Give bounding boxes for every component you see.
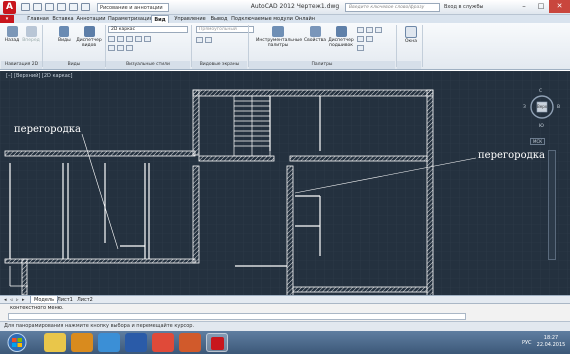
minimize-button[interactable]: – bbox=[515, 0, 533, 13]
panel-title-visual-styles: Визуальные стили bbox=[106, 61, 190, 69]
tab-insert[interactable]: Вставка bbox=[51, 15, 75, 23]
panel-title-window bbox=[397, 61, 421, 69]
annotation-text: перегородка bbox=[478, 150, 545, 161]
tool-palettes-button[interactable]: Инструментальные палитры bbox=[256, 26, 302, 48]
palette-icon[interactable] bbox=[357, 36, 364, 42]
application-menu-button[interactable]: ▾ bbox=[0, 15, 14, 23]
tab-manage[interactable]: Управление bbox=[172, 15, 208, 23]
panel-title-palettes: Палитры bbox=[249, 61, 395, 69]
explorer-taskbar-icon[interactable] bbox=[44, 333, 66, 352]
annotation-text: перегородка bbox=[14, 124, 81, 135]
maximize-button[interactable]: □ bbox=[533, 0, 549, 13]
viewport-select[interactable]: Прямоугольный bbox=[196, 26, 254, 33]
visual-style-select[interactable]: 2D каркас bbox=[108, 26, 188, 33]
tab-annotate[interactable]: Аннотации bbox=[76, 15, 106, 23]
status-message: Для панорамирования нажмите кнопку выбор… bbox=[4, 323, 195, 329]
windows-button[interactable]: Окна bbox=[402, 26, 420, 44]
viewcube-face-label[interactable]: Верх bbox=[537, 104, 547, 109]
viewport-controls-label[interactable]: [–] [Верхний] [2D каркас] bbox=[6, 73, 73, 79]
media-taskbar-icon[interactable] bbox=[71, 333, 93, 352]
palette-icon[interactable] bbox=[366, 27, 373, 33]
palette-icon[interactable] bbox=[366, 36, 373, 42]
style-icon[interactable] bbox=[126, 45, 133, 51]
language-indicator[interactable]: РУС bbox=[522, 340, 532, 346]
start-button[interactable] bbox=[2, 332, 32, 353]
tab-parametric[interactable]: Параметризация bbox=[108, 15, 153, 23]
save-icon[interactable] bbox=[45, 3, 54, 11]
style-icon[interactable] bbox=[144, 36, 151, 42]
word-taskbar-icon[interactable] bbox=[125, 333, 147, 352]
views-icon bbox=[59, 26, 69, 37]
autocad-logo-icon[interactable]: A bbox=[3, 1, 16, 14]
pan-back-button[interactable]: Назад bbox=[4, 26, 20, 43]
help-search-input[interactable]: Введите ключевое слово/фразу bbox=[345, 3, 440, 12]
autocad-taskbar-icon[interactable] bbox=[206, 333, 228, 352]
tab-output[interactable]: Вывод bbox=[209, 15, 229, 23]
signin-button[interactable]: Вход в службы bbox=[444, 3, 496, 12]
compass-south[interactable]: Ю bbox=[539, 124, 544, 129]
views-button[interactable]: Виды bbox=[58, 26, 71, 43]
tab-plugins[interactable]: Подключаемые модули bbox=[231, 15, 293, 23]
chrome-taskbar-icon[interactable] bbox=[152, 333, 174, 352]
style-icon[interactable] bbox=[108, 45, 115, 51]
redo-icon[interactable] bbox=[81, 3, 90, 11]
compass-west[interactable]: З bbox=[523, 105, 526, 110]
style-icon[interactable] bbox=[135, 36, 142, 42]
drawing-area[interactable] bbox=[0, 71, 570, 302]
back-icon bbox=[6, 26, 18, 37]
properties-button[interactable]: Свойства bbox=[304, 26, 326, 43]
sheetset-icon bbox=[335, 26, 347, 37]
ribbon-panel-area: Назад Вперед Навигация 2D Виды Диспетчер… bbox=[0, 23, 570, 70]
close-button[interactable]: ✕ bbox=[549, 0, 570, 13]
panel-title-views: Виды bbox=[43, 61, 105, 69]
command-history: контекстного меню. bbox=[10, 305, 64, 311]
command-input[interactable] bbox=[8, 313, 466, 320]
powerpoint-taskbar-icon[interactable] bbox=[179, 333, 201, 352]
panel-divider bbox=[422, 25, 423, 67]
style-icon[interactable] bbox=[117, 45, 124, 51]
forward-icon bbox=[25, 26, 37, 37]
viewport-icon[interactable] bbox=[196, 37, 203, 43]
navigation-bar[interactable] bbox=[548, 150, 556, 260]
pan-forward-button[interactable]: Вперед bbox=[22, 26, 40, 43]
palette-icon[interactable] bbox=[357, 27, 364, 33]
floor-plan-drawing bbox=[0, 71, 570, 302]
panel-title-viewports: Видовые экраны bbox=[192, 61, 247, 69]
layout-tab-bar: ◂ ◃ ▹ ▸ Модель Лист1 Лист2 bbox=[0, 295, 570, 304]
sheetset-manager-button[interactable]: Диспетчер подшивок bbox=[327, 26, 355, 48]
properties-icon bbox=[309, 26, 321, 37]
undo-icon[interactable] bbox=[69, 3, 78, 11]
new-file-icon[interactable] bbox=[21, 3, 30, 11]
compass-north[interactable]: С bbox=[539, 89, 542, 94]
tab-view[interactable]: Вид bbox=[151, 15, 169, 23]
compass-east[interactable]: В bbox=[557, 105, 560, 110]
ribbon-tab-bar: Главная Вставка Аннотации Параметризация… bbox=[0, 15, 570, 23]
palette-icon[interactable] bbox=[357, 45, 364, 51]
palette-icon[interactable] bbox=[375, 27, 382, 33]
style-icon[interactable] bbox=[126, 36, 133, 42]
ie-taskbar-icon[interactable] bbox=[98, 333, 120, 352]
view-manager-icon bbox=[83, 26, 95, 37]
tool-palette-icon bbox=[272, 26, 284, 37]
windows-icon bbox=[405, 26, 417, 38]
workspace-select[interactable]: Рисование и аннотации bbox=[97, 3, 169, 12]
clock[interactable]: 18:27 22.04.2015 bbox=[534, 335, 568, 349]
tab-home[interactable]: Главная bbox=[26, 15, 50, 23]
open-file-icon[interactable] bbox=[33, 3, 42, 11]
tab-online[interactable]: Онлайн bbox=[294, 15, 316, 23]
style-icon[interactable] bbox=[117, 36, 124, 42]
viewport-icon[interactable] bbox=[205, 37, 212, 43]
save-as-icon[interactable] bbox=[57, 3, 66, 11]
panel-title-navigation: Навигация 2D bbox=[1, 61, 42, 69]
style-icon[interactable] bbox=[108, 36, 115, 42]
wcs-menu[interactable]: МСК bbox=[530, 138, 546, 145]
view-manager-button[interactable]: Диспетчер видов bbox=[74, 26, 104, 48]
